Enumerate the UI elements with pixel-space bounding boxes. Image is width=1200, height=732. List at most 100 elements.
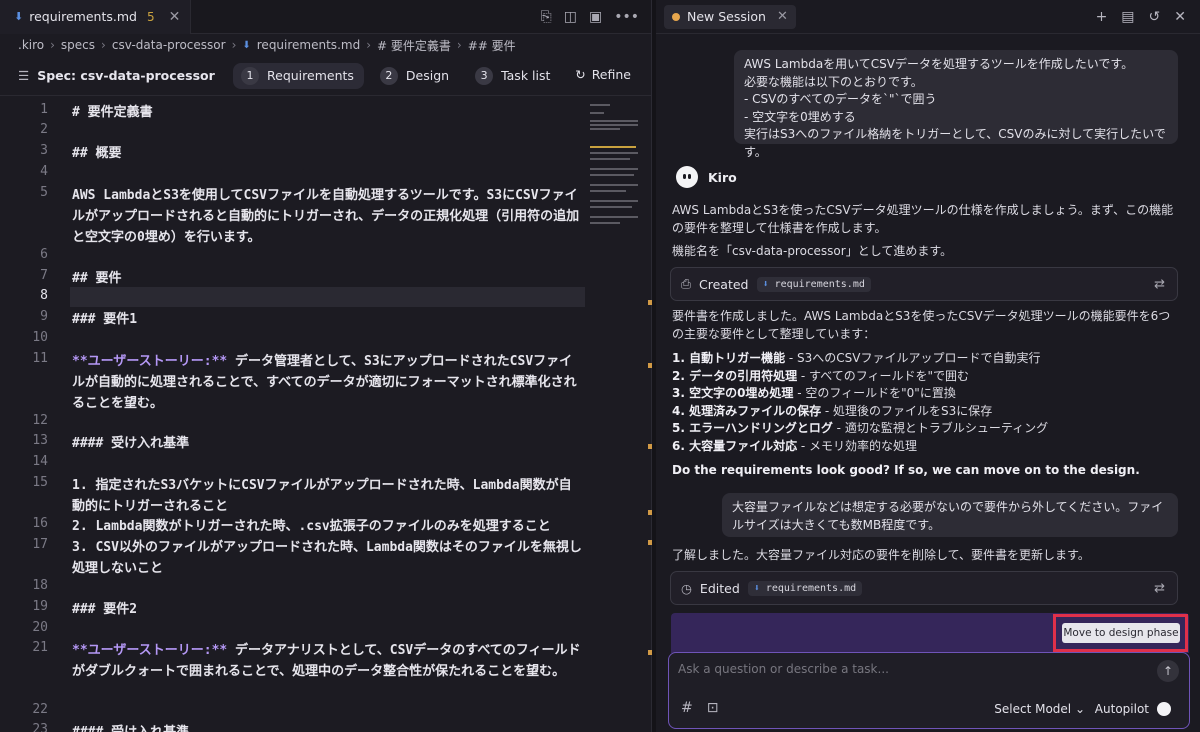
minimap-line	[590, 174, 634, 176]
file-chip[interactable]: ⬇ requirements.md	[756, 276, 871, 292]
list-item-text: - 空のフィールドを"0"に置換	[793, 386, 956, 400]
line-number: 16	[32, 516, 48, 531]
session-list-icon[interactable]: ▤	[1121, 9, 1134, 25]
breadcrumb-item[interactable]: csv-data-processor	[112, 38, 226, 52]
line-number: 7	[40, 268, 48, 283]
list-item-title: 3. 空文字の0埋め処理	[672, 386, 794, 400]
input-tools: # ⊡	[681, 700, 718, 716]
code-content: ### 要件2	[72, 602, 138, 617]
toggle-switch[interactable]	[1157, 702, 1171, 716]
compare-icon[interactable]: ⇄	[1154, 277, 1165, 292]
step-number: 3	[475, 66, 494, 85]
line-number: 14	[32, 454, 48, 469]
file-chip[interactable]: ⬇ requirements.md	[747, 580, 863, 596]
file-tab-requirements[interactable]: ⬇ requirements.md 5 ✕	[0, 0, 192, 34]
refresh-icon: ↻	[575, 67, 586, 82]
line-number: 8	[40, 288, 48, 303]
step-number: 2	[379, 66, 398, 85]
markdown-bold-keyword: **ユーザーストーリー:**	[72, 354, 228, 369]
refine-button[interactable]: ↻ Refine	[575, 67, 631, 82]
split-editor-icon[interactable]: ◫	[564, 9, 577, 25]
hash-context-icon[interactable]: #	[681, 700, 693, 716]
file-tab-label: requirements.md	[29, 9, 137, 24]
minimap-line	[590, 152, 638, 154]
close-session-icon[interactable]: ✕	[777, 9, 788, 24]
chat-input-placeholder[interactable]: Ask a question or describe a task...	[678, 662, 889, 676]
list-item: 1. 自動トリガー機能 - S3へのCSVファイルアップロードで自動実行	[672, 350, 1048, 368]
message-line: 必要な機能は以下のとおりです。	[744, 74, 923, 89]
arrow-up-icon: ↑	[1162, 664, 1174, 678]
move-to-design-button[interactable]: Move to design phase	[1062, 623, 1180, 643]
code-editor[interactable]: 1 # 要件定義書 2 3 ## 概要 4 5 AWS LambdaとS3を使用してCSVファ…	[0, 98, 640, 732]
list-item-text: - メモリ効率的な処理	[797, 438, 918, 453]
line-number: 17	[32, 537, 48, 552]
image-attach-icon[interactable]: ⊡	[707, 700, 719, 716]
minimap-line	[590, 190, 626, 192]
minimap-line	[590, 146, 636, 148]
code-text: 2. Lambda関数がトリガーされた時、.csv拡張子のファイルのみを処理する…	[72, 516, 582, 537]
list-item-title: 1. 自動トリガー機能	[672, 351, 786, 365]
breadcrumb-item[interactable]: # 要件定義書	[377, 37, 451, 54]
breadcrumb-item[interactable]: ## 要件	[468, 37, 516, 54]
tab-label: Requirements	[267, 68, 354, 83]
document-list-icon: ☰	[18, 68, 30, 83]
line-number: 10	[32, 330, 48, 345]
kiro-avatar-icon	[676, 166, 698, 188]
chevron-right-icon: ›	[50, 38, 55, 52]
message-line: - 空文字を0埋めする	[744, 109, 856, 124]
session-status-dot	[672, 12, 680, 21]
line-number: 15	[32, 475, 48, 490]
minimap-line	[590, 206, 632, 208]
line-number: 19	[32, 599, 48, 614]
markdown-file-icon: ⬇	[242, 39, 251, 51]
list-item-title: 2. データの引用符処理	[672, 368, 798, 383]
line-number: 18	[32, 578, 48, 593]
send-button[interactable]: ↑	[1157, 660, 1179, 682]
requirements-list: 1. 自動トリガー機能 - S3へのCSVファイルアップロードで自動実行 2. …	[672, 350, 1048, 455]
edited-file-card[interactable]: ◷ Edited ⬇ requirements.md ⇄	[670, 571, 1178, 605]
user-message: 大容量ファイルなどは想定する必要がないので要件から外してください。ファイルサイズ…	[722, 493, 1178, 537]
minimap-line	[590, 158, 630, 160]
line-number: 4	[40, 164, 48, 179]
minimap-line	[590, 222, 620, 224]
line-number: 13	[32, 433, 48, 448]
problems-count-badge: 5	[146, 9, 155, 24]
breadcrumb-item[interactable]: specs	[61, 38, 95, 52]
file-chip-label: requirements.md	[765, 582, 857, 594]
breadcrumb-item[interactable]: requirements.md	[257, 38, 360, 52]
code-text: # 要件定義書	[72, 102, 582, 123]
close-tab-icon[interactable]: ✕	[169, 9, 181, 25]
message-line: 実行はS3へのファイル格納をトリガーとして、CSVのみに対して実行したいです。	[744, 127, 1166, 159]
markdown-file-icon: ⬇	[762, 278, 769, 290]
list-item-text: - 処理後のファイルをS3に保存	[821, 403, 993, 418]
compare-icon[interactable]: ⇄	[1154, 581, 1165, 596]
code-content: ## 概要	[72, 146, 122, 161]
autopilot-toggle[interactable]: Autopilot	[1095, 702, 1171, 716]
created-file-card[interactable]: ⎙ Created ⬇ requirements.md ⇄	[670, 267, 1178, 301]
history-icon[interactable]: ↺	[1149, 9, 1161, 25]
code-content: ### 要件1	[72, 312, 138, 327]
tab-design[interactable]: 2 Design	[372, 63, 459, 89]
code-text: 3. CSV以外のファイルがアップロードされた時、Lambda関数はそのファイル…	[72, 537, 582, 579]
new-session-icon[interactable]: +	[1096, 9, 1108, 25]
close-panel-icon[interactable]: ✕	[1174, 9, 1186, 25]
line-number: 6	[40, 247, 48, 262]
session-tab[interactable]: New Session ✕	[664, 4, 796, 29]
more-actions-icon[interactable]: •••	[614, 9, 639, 25]
tab-task-list[interactable]: 3 Task list	[467, 63, 560, 89]
model-select[interactable]: Select Model ⌄	[994, 702, 1085, 716]
breadcrumb-item[interactable]: .kiro	[18, 38, 44, 52]
editor-tab-bar: ⬇ requirements.md 5 ✕ ⎘ ◫ ▣ •••	[0, 0, 651, 34]
toggle-layout-icon[interactable]: ▣	[589, 9, 602, 25]
card-label: Created	[699, 276, 749, 292]
agent-message: 了解しました。大容量ファイル対応の要件を削除して、要件書を更新します。	[672, 548, 1090, 562]
tab-requirements[interactable]: 1 Requirements	[233, 62, 364, 89]
code-text: ### 要件1	[72, 309, 582, 330]
minimap[interactable]	[590, 100, 640, 230]
open-preview-icon[interactable]: ⎘	[541, 9, 552, 25]
line-number: 20	[32, 620, 48, 635]
list-item: 4. 処理済みファイルの保存 - 処理後のファイルをS3に保存	[672, 403, 1048, 421]
code-content: 3. CSV以外のファイルがアップロードされた時、Lambda関数はそのファイル…	[72, 540, 582, 576]
chat-input-box[interactable]: Ask a question or describe a task... ↑ #…	[668, 652, 1190, 729]
tab-label: Design	[405, 68, 450, 83]
